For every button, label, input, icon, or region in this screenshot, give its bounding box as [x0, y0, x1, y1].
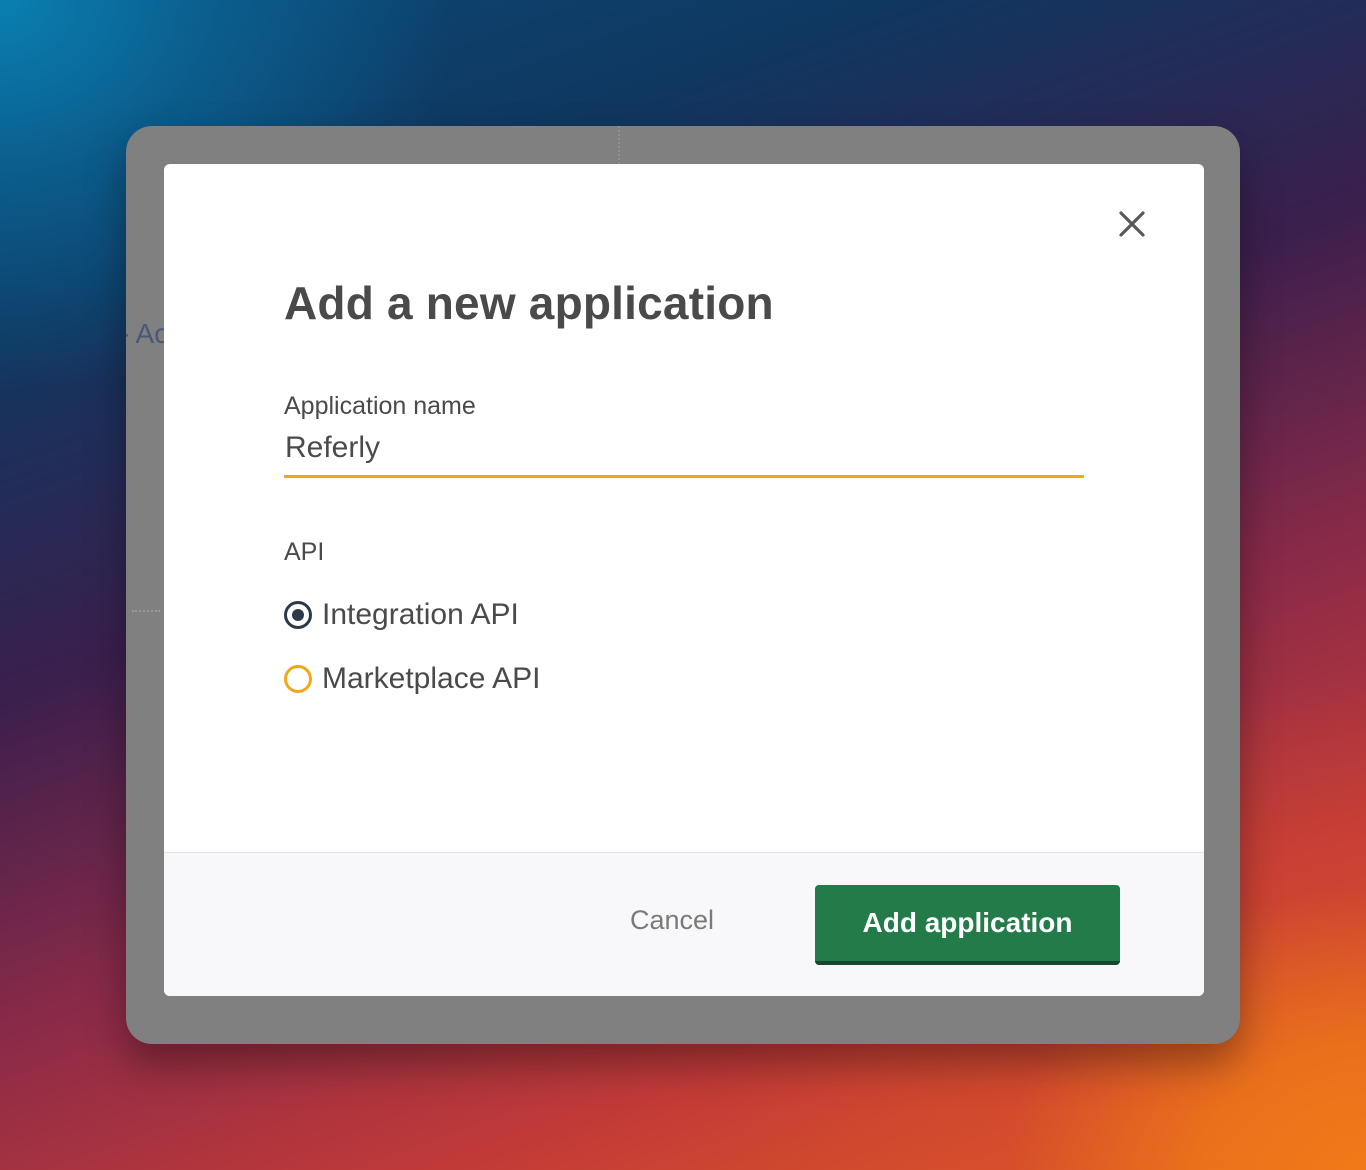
- background-dotted-divider: [132, 610, 160, 612]
- add-application-dialog: Add a new application Application name A…: [164, 164, 1204, 996]
- radio-option-integration-api[interactable]: Integration API: [284, 598, 519, 632]
- add-application-button[interactable]: Add application: [815, 885, 1120, 965]
- radio-option-label: Integration API: [322, 598, 519, 631]
- background-dotted-guide: [618, 126, 620, 164]
- app-window: - Ac Add a new application Application n…: [126, 126, 1240, 1044]
- radio-option-marketplace-api[interactable]: Marketplace API: [284, 662, 540, 696]
- dialog-footer: Cancel Add application: [164, 852, 1204, 996]
- radio-option-label: Marketplace API: [322, 662, 541, 695]
- application-name-field: Application name: [284, 392, 1084, 478]
- background-partial-text: - Ac: [126, 318, 169, 349]
- close-icon: [1119, 211, 1145, 237]
- api-group-label: API: [284, 538, 325, 566]
- radio-unchecked-icon[interactable]: [284, 665, 312, 693]
- application-name-label: Application name: [284, 392, 476, 420]
- application-name-input[interactable]: [284, 431, 1084, 478]
- radio-checked-icon[interactable]: [284, 601, 312, 629]
- dialog-title: Add a new application: [284, 277, 774, 329]
- close-button[interactable]: [1112, 204, 1152, 244]
- cancel-button[interactable]: Cancel: [630, 905, 714, 936]
